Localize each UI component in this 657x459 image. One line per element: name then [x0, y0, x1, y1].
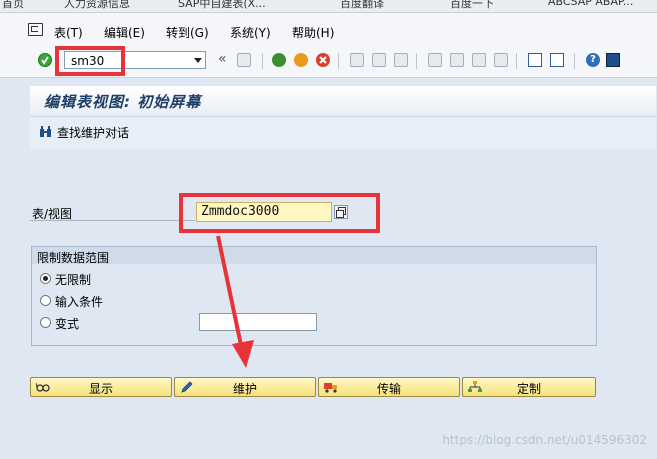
binoculars-icon — [40, 126, 51, 137]
radio-button-selected[interactable] — [40, 273, 51, 284]
menubar: 表(T) 编辑(E) 转到(G) 系统(Y) 帮助(H) — [0, 13, 657, 47]
page-title: 编辑表视图: 初始屏幕 — [44, 93, 202, 111]
radio-label: 无限制 — [55, 273, 92, 287]
menu-edit[interactable]: 编辑(E) — [104, 24, 145, 41]
print-icon[interactable] — [350, 53, 364, 67]
layout-menu-icon[interactable] — [606, 53, 620, 67]
shortcut-icon[interactable] — [550, 53, 564, 67]
find-icon[interactable] — [372, 53, 386, 67]
maintain-label: 维护 — [232, 382, 257, 396]
menu-table[interactable]: 表(T) — [54, 24, 83, 41]
group-title-bar — [32, 247, 596, 264]
find-next-icon[interactable] — [394, 53, 408, 67]
next-page-icon[interactable] — [472, 53, 486, 67]
maintain-button[interactable]: 维护 — [174, 377, 316, 397]
prev-page-icon[interactable] — [450, 53, 464, 67]
last-page-icon[interactable] — [494, 53, 508, 67]
display-button[interactable]: 显示 — [30, 377, 172, 397]
browser-tab[interactable]: SAP中自建表(X... — [178, 0, 266, 11]
browser-tab[interactable]: 百度翻译 — [340, 0, 384, 11]
radio-label: 输入条件 — [55, 295, 104, 309]
browser-tab[interactable]: 人力资源信息 — [64, 0, 130, 11]
browser-tab[interactable]: ABCSAP ABAP... — [548, 0, 633, 8]
create-session-icon[interactable] — [528, 53, 542, 67]
browser-tab[interactable]: 百度一下 — [450, 0, 494, 11]
menu-system[interactable]: 系统(Y) — [230, 24, 271, 41]
transport-button[interactable]: 传输 — [318, 377, 460, 397]
radio-button[interactable] — [40, 317, 51, 328]
group-title: 限制数据范围 — [37, 251, 110, 265]
table-input-highlight — [179, 193, 380, 233]
find-maintenance-dialog-label: 查找维护对话 — [57, 126, 130, 140]
app-menu-icon[interactable] — [28, 23, 43, 36]
radio-button[interactable] — [40, 295, 51, 306]
first-page-icon[interactable] — [428, 53, 442, 67]
transport-label: 传输 — [376, 382, 401, 396]
customize-button[interactable]: 定制 — [462, 377, 596, 397]
display-label: 显示 — [88, 382, 113, 396]
browser-tab-strip: 首页 人力资源信息 SAP中自建表(X... 百度翻译 百度一下 ABCSAP … — [0, 0, 657, 13]
menu-help[interactable]: 帮助(H) — [292, 24, 334, 41]
browser-tab[interactable]: 首页 — [2, 0, 24, 11]
help-icon[interactable]: ? — [586, 53, 600, 67]
back-icon[interactable] — [272, 53, 286, 67]
command-field-highlight — [55, 46, 125, 76]
annotation-arrow — [216, 235, 254, 368]
label-underline — [30, 220, 195, 221]
enter-check-icon[interactable] — [38, 53, 52, 67]
command-dropdown-icon[interactable] — [190, 51, 206, 69]
cancel-icon[interactable] — [316, 53, 330, 67]
save-icon[interactable] — [237, 53, 251, 67]
watermark: https://blog.csdn.net/u014596302 — [442, 433, 647, 447]
menu-goto[interactable]: 转到(G) — [166, 24, 209, 41]
customize-label: 定制 — [516, 382, 541, 396]
radio-label: 变式 — [55, 317, 80, 331]
back-double-icon[interactable]: « — [218, 52, 232, 66]
exit-icon[interactable] — [294, 53, 308, 67]
